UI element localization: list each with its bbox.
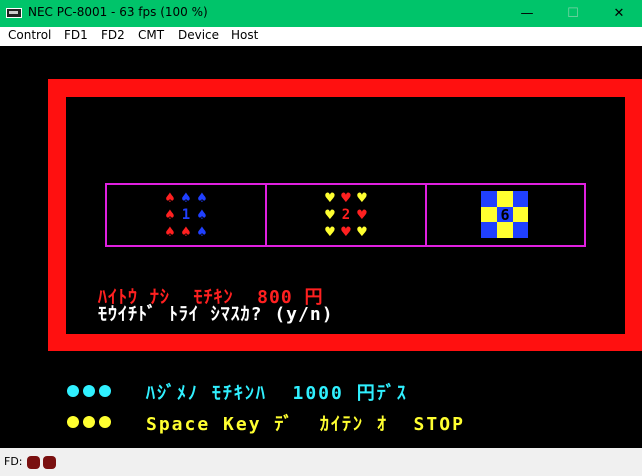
menu-fd2[interactable]: FD2 xyxy=(101,28,125,42)
menu-cmt[interactable]: CMT xyxy=(138,28,164,42)
menu-host[interactable]: Host xyxy=(231,28,258,42)
reel-2-number: 2 xyxy=(342,207,350,223)
heart-icon: ♥ xyxy=(356,225,368,240)
info-bullets-2 xyxy=(67,416,111,428)
maximize-button[interactable]: ☐ xyxy=(550,0,596,27)
fd1-led-icon xyxy=(27,456,40,469)
spade-icon: ♠ xyxy=(164,208,176,223)
spade-icon: ♠ xyxy=(196,225,208,240)
minimize-button[interactable]: — xyxy=(504,0,550,27)
heart-icon: ♥ xyxy=(324,191,336,206)
fd2-led-icon xyxy=(43,456,56,469)
reel-1-number: 1 xyxy=(182,207,190,223)
menu-device[interactable]: Device xyxy=(178,28,219,42)
heart-icon: ♥ xyxy=(356,191,368,206)
heart-icon: ♥ xyxy=(340,225,352,240)
spade-icon: ♠ xyxy=(196,191,208,206)
heart-icon: ♥ xyxy=(356,208,368,223)
spade-icon: ♠ xyxy=(196,208,208,223)
reel-3-number: 6 xyxy=(500,206,509,224)
spade-icon: ♠ xyxy=(164,225,176,240)
info-line-1: ﾊｼﾞﾒﾉ ﾓﾁｷﾝﾊ 1000 円ﾃﾞｽ xyxy=(146,383,408,404)
window-title: NEC PC-8001 - 63 fps (100 %) xyxy=(28,5,208,19)
heart-icon: ♥ xyxy=(340,191,352,206)
fd-status-label: FD: xyxy=(4,455,23,468)
heart-icon: ♥ xyxy=(324,225,336,240)
emulator-screen[interactable]: ♠ ♠ ♠ ♠ ♠ ♠ ♠ ♠ 1 ♥ ♥ ♥ ♥ ♥ ♥ ♥ ♥ 2 6 ﾊｲ… xyxy=(0,46,642,448)
spade-icon: ♠ xyxy=(180,225,192,240)
reel-1: ♠ ♠ ♠ ♠ ♠ ♠ ♠ ♠ 1 xyxy=(164,191,208,240)
prompt-line: ﾓｳｲﾁﾄﾞ ﾄﾗｲ ｼﾏｽｶ? (y/n) xyxy=(98,304,334,325)
heart-icon: ♥ xyxy=(324,208,336,223)
spade-icon: ♠ xyxy=(180,191,192,206)
menu-control[interactable]: Control xyxy=(8,28,51,42)
menu-fd1[interactable]: FD1 xyxy=(64,28,88,42)
reel-2: ♥ ♥ ♥ ♥ ♥ ♥ ♥ ♥ 2 xyxy=(324,191,368,240)
info-line-2: Space Key ﾃﾞ ｶｲﾃﾝ ｵ STOP xyxy=(146,414,465,435)
close-button[interactable]: ✕ xyxy=(596,0,642,27)
menu-bar: Control FD1 FD2 CMT Device Host xyxy=(0,27,642,47)
spade-icon: ♠ xyxy=(164,191,176,206)
title-bar: NEC PC-8001 - 63 fps (100 %) — ☐ ✕ xyxy=(0,0,642,27)
status-bar: FD: xyxy=(0,448,642,476)
reel-3: 6 xyxy=(481,191,528,238)
app-icon xyxy=(6,8,22,18)
info-bullets-1 xyxy=(67,385,111,397)
